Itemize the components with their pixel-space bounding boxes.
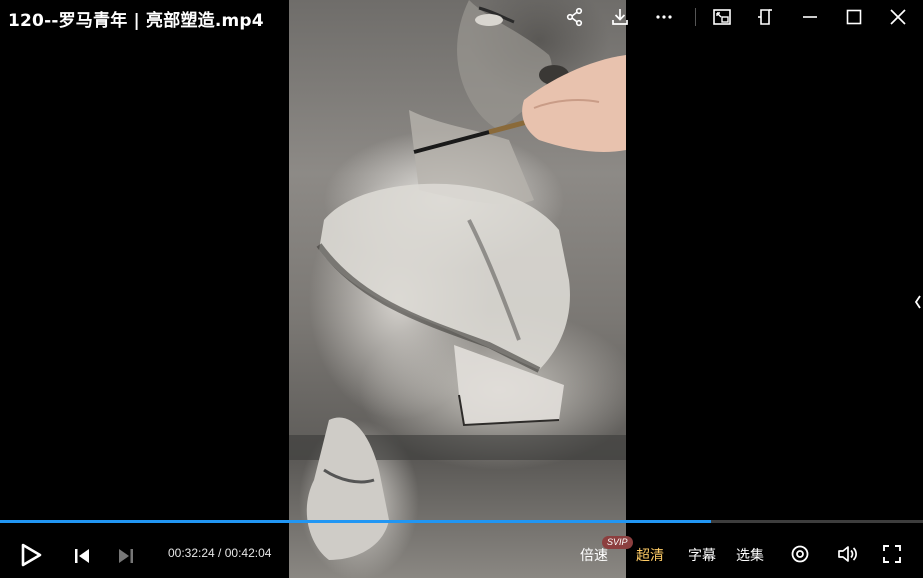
progress-fill	[0, 520, 711, 523]
skip-next-icon	[119, 549, 133, 563]
fullscreen-icon	[883, 545, 901, 563]
close-icon	[890, 9, 906, 25]
settings-icon	[791, 545, 809, 563]
total-time: 00:42:04	[224, 546, 272, 560]
time-display: 00:32:24 / 00:42:04	[168, 546, 271, 560]
progress-bar[interactable]	[0, 520, 923, 523]
side-panel-toggle[interactable]	[913, 292, 923, 312]
current-time: 00:32:24	[168, 546, 215, 560]
maximize-button[interactable]	[841, 4, 867, 30]
quality-button[interactable]: 超清	[636, 545, 664, 565]
picture-in-picture-button[interactable]	[709, 4, 735, 30]
video-frame[interactable]	[289, 0, 626, 578]
minimize-icon	[803, 16, 817, 18]
speed-button[interactable]: 倍速	[580, 545, 608, 565]
volume-icon	[838, 546, 857, 562]
subtitle-button[interactable]: 字幕	[688, 545, 716, 565]
more-button[interactable]	[651, 4, 677, 30]
chevron-left-icon	[914, 295, 921, 309]
titlebar-divider	[695, 8, 696, 26]
svip-badge: SVIP	[602, 536, 633, 549]
fullscreen-button[interactable]	[879, 541, 905, 567]
window-title: 120--罗马青年 | 亮部塑造.mp4	[8, 11, 264, 31]
video-content	[289, 0, 626, 560]
skip-previous-icon	[75, 549, 89, 563]
minimize-button[interactable]	[797, 4, 823, 30]
episode-button[interactable]: 选集	[736, 545, 764, 565]
volume-button[interactable]	[834, 541, 862, 567]
play-icon	[21, 543, 42, 567]
pin-icon	[758, 9, 772, 25]
share-icon	[566, 7, 583, 27]
previous-button[interactable]	[70, 544, 94, 568]
download-icon	[612, 9, 628, 25]
picture-in-picture-icon	[713, 9, 731, 25]
more-icon	[656, 15, 672, 19]
time-separator: /	[214, 546, 225, 560]
share-button[interactable]	[562, 4, 588, 30]
download-button[interactable]	[607, 4, 633, 30]
pin-button[interactable]	[752, 4, 778, 30]
next-button[interactable]	[114, 544, 138, 568]
close-button[interactable]	[885, 4, 911, 30]
maximize-icon	[846, 9, 862, 25]
play-button[interactable]	[16, 540, 46, 570]
settings-button[interactable]	[787, 541, 813, 567]
